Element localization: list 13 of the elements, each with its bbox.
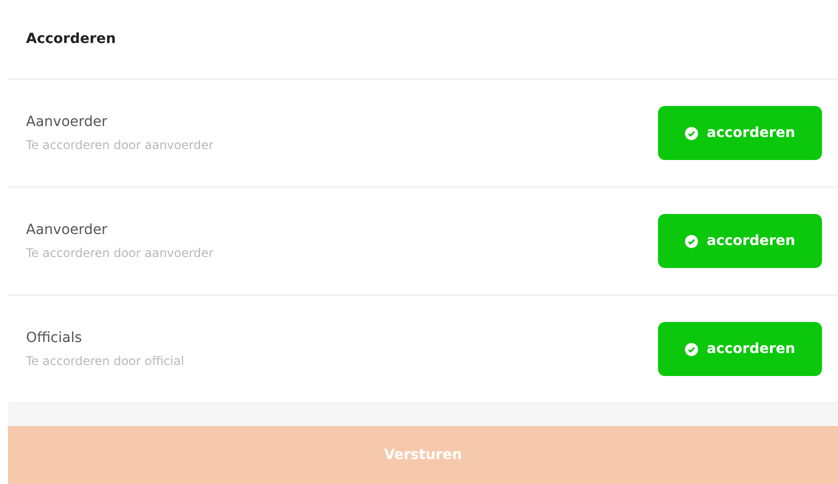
- role-label: Aanvoerder: [26, 114, 108, 130]
- role-label: Officials: [26, 330, 83, 346]
- approve-button[interactable]: accorderen: [658, 106, 822, 160]
- role-label: Aanvoerder: [26, 222, 108, 238]
- approve-button[interactable]: accorderen: [658, 322, 822, 376]
- approve-button[interactable]: accorderen: [658, 214, 822, 268]
- check-circle-icon: [684, 342, 698, 356]
- section-title: Accorderen: [26, 31, 116, 47]
- role-description: Te accorderen door aanvoerder: [26, 138, 214, 152]
- role-description: Te accorderen door official: [26, 354, 184, 368]
- check-circle-icon: [684, 126, 698, 140]
- role-description: Te accorderen door aanvoerder: [26, 246, 214, 260]
- check-circle-icon: [684, 234, 698, 248]
